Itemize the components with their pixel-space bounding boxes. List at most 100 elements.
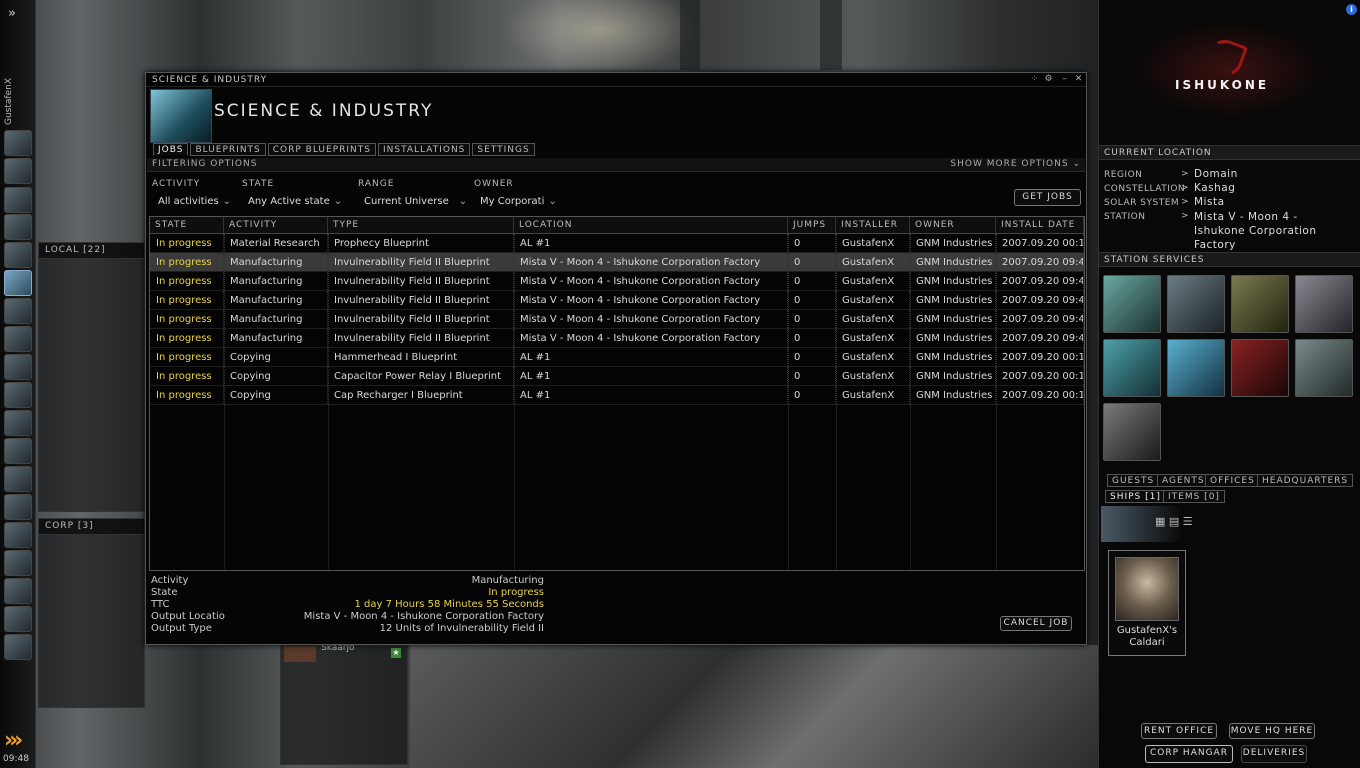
column-header-state[interactable]: STATE bbox=[150, 217, 224, 233]
help-icon[interactable] bbox=[4, 466, 32, 492]
cell-owner: GNM Industries bbox=[910, 329, 996, 347]
tab-agents[interactable]: AGENTS bbox=[1157, 474, 1210, 487]
encyclopedia-icon[interactable] bbox=[4, 522, 32, 548]
repair-service-icon[interactable] bbox=[1167, 275, 1225, 333]
activity-filter-select[interactable]: All activities ⌄ bbox=[152, 194, 238, 210]
show-more-options[interactable]: SHOW MORE OPTIONS ⌄ bbox=[950, 159, 1081, 169]
cancel-job-button[interactable]: CANCEL JOB bbox=[1000, 616, 1072, 631]
table-row[interactable]: In progress Copying Capacitor Power Relay … bbox=[150, 367, 1084, 386]
column-header-date[interactable]: INSTALL DATE bbox=[996, 217, 1084, 233]
jobs-table-body[interactable]: In progress Material Research Prophecy Blu… bbox=[150, 234, 1084, 405]
range-filter-select[interactable]: Current Universe ⌄ bbox=[358, 194, 470, 210]
column-header-owner[interactable]: OWNER bbox=[910, 217, 996, 233]
settings-icon[interactable] bbox=[4, 578, 32, 604]
reprocessing-service-icon[interactable] bbox=[1231, 275, 1289, 333]
tab-ships[interactable]: SHIPS [1] bbox=[1105, 490, 1166, 503]
get-jobs-button[interactable]: GET JOBS bbox=[1014, 189, 1081, 206]
tab-blueprints[interactable]: BLUEPRINTS bbox=[190, 143, 266, 156]
chevron-down-icon: ⌄ bbox=[1072, 159, 1081, 169]
tab-headquarters[interactable]: HEADQUARTERS bbox=[1257, 474, 1354, 487]
contracts-icon[interactable] bbox=[4, 494, 32, 520]
cell-location: AL #1 bbox=[514, 234, 788, 252]
people-icon[interactable] bbox=[4, 158, 32, 184]
tab-guests[interactable]: GUESTS bbox=[1107, 474, 1160, 487]
militia-service-icon[interactable] bbox=[1103, 403, 1161, 461]
ship-item[interactable]: GustafenX's Caldari bbox=[1108, 550, 1186, 656]
character-sheet-icon[interactable] bbox=[4, 130, 32, 156]
info-icon[interactable]: i bbox=[1346, 4, 1357, 15]
member-list-panel[interactable]: Skaarjo ★ bbox=[280, 643, 408, 765]
contracts-service-icon[interactable] bbox=[1295, 275, 1353, 333]
table-row[interactable]: In progress Manufacturing Invulnerability … bbox=[150, 272, 1084, 291]
cell-location: Mista V - Moon 4 - Ishukone Corporation … bbox=[514, 310, 788, 328]
column-header-location[interactable]: LOCATION bbox=[514, 217, 788, 233]
tab-settings[interactable]: SETTINGS bbox=[472, 143, 535, 156]
location-value[interactable]: Domain bbox=[1194, 168, 1238, 180]
owner-filter-select[interactable]: My Corporati ⌄ bbox=[474, 194, 558, 210]
corp-chat-window[interactable]: CORP [3] bbox=[38, 518, 145, 708]
location-value[interactable]: Mista bbox=[1194, 196, 1225, 208]
corp-hangar-button[interactable]: CORP HANGAR bbox=[1145, 745, 1233, 763]
location-value[interactable]: Kashag bbox=[1194, 182, 1235, 194]
cell-activity: Copying bbox=[224, 386, 328, 404]
portrait-icon[interactable] bbox=[4, 634, 32, 660]
table-row[interactable]: In progress Manufacturing Invulnerability … bbox=[150, 253, 1084, 272]
table-row[interactable]: In progress Manufacturing Invulnerability … bbox=[150, 329, 1084, 348]
move-hq-here-button[interactable]: MOVE HQ HERE bbox=[1229, 723, 1315, 739]
tab-items[interactable]: ITEMS [0] bbox=[1163, 490, 1225, 503]
arrow-right-icon: > bbox=[1181, 197, 1190, 207]
tab-corp-blueprints[interactable]: CORP BLUEPRINTS bbox=[267, 143, 376, 156]
cell-type: Cap Recharger I Blueprint bbox=[328, 386, 514, 404]
starmap-icon[interactable] bbox=[4, 326, 32, 352]
state-filter-select[interactable]: Any Active state ⌄ bbox=[242, 194, 354, 210]
mail-icon[interactable] bbox=[4, 187, 32, 213]
location-value[interactable]: Mista V - Moon 4 - Ishukone Corporation … bbox=[1194, 210, 1344, 252]
corporation-name: ISHUKONE bbox=[1175, 78, 1270, 92]
rent-office-button[interactable]: RENT OFFICE bbox=[1141, 723, 1217, 739]
medical-service-icon[interactable] bbox=[1103, 275, 1161, 333]
deliveries-button[interactable]: DELIVERIES bbox=[1241, 745, 1307, 763]
tab-installations[interactable]: INSTALLATIONS bbox=[377, 143, 471, 156]
tab-offices[interactable]: OFFICES bbox=[1205, 474, 1260, 487]
settings-icon[interactable]: ⚙ bbox=[1043, 74, 1054, 85]
market-icon[interactable] bbox=[4, 410, 32, 436]
pin-icon[interactable]: ⁘ bbox=[1029, 74, 1040, 85]
calculator-icon[interactable] bbox=[4, 438, 32, 464]
local-chat-window[interactable]: LOCAL [22] bbox=[38, 242, 145, 512]
column-header-activity[interactable]: ACTIVITY bbox=[224, 217, 328, 233]
info-icon[interactable] bbox=[4, 606, 32, 632]
cell-date: 2007.09.20 00:10 bbox=[996, 386, 1084, 404]
table-row[interactable]: In progress Manufacturing Invulnerability … bbox=[150, 310, 1084, 329]
cell-jumps: 0 bbox=[788, 329, 836, 347]
science-industry-icon bbox=[150, 89, 212, 143]
column-header-type[interactable]: TYPE bbox=[328, 217, 514, 233]
filtering-options-header[interactable]: FILTERING OPTIONS SHOW MORE OPTIONS ⌄ bbox=[147, 158, 1085, 172]
map-icon[interactable] bbox=[4, 242, 32, 268]
view-mode-icon[interactable]: ▦ ▤ ☰ bbox=[1155, 515, 1193, 528]
cell-jumps: 0 bbox=[788, 291, 836, 309]
fitting-service-icon[interactable] bbox=[1103, 339, 1161, 397]
column-header-installer[interactable]: INSTALLER bbox=[836, 217, 910, 233]
table-row[interactable]: In progress Copying Hammerhead I Blueprint… bbox=[150, 348, 1084, 367]
science-industry-window[interactable]: SCIENCE & INDUSTRY ⁘ ⚙ – ✕ SCIENCE & IND… bbox=[145, 72, 1087, 645]
jobs-table[interactable]: STATE ACTIVITY TYPE LOCATION JUMPS INSTALLER O… bbox=[149, 216, 1085, 571]
science-industry-service-icon[interactable] bbox=[1167, 339, 1225, 397]
notepad-icon[interactable] bbox=[4, 214, 32, 240]
science-industry-icon[interactable] bbox=[4, 270, 32, 296]
journal-icon[interactable] bbox=[4, 298, 32, 324]
minimize-icon[interactable]: – bbox=[1059, 74, 1070, 85]
bounty-service-icon[interactable] bbox=[1231, 339, 1289, 397]
ships-icon[interactable] bbox=[4, 354, 32, 380]
expand-arrows-icon[interactable]: ››› bbox=[4, 728, 23, 753]
expand-neocom-icon[interactable]: » bbox=[8, 6, 16, 21]
table-row[interactable]: In progress Manufacturing Invulnerability … bbox=[150, 291, 1084, 310]
close-icon[interactable]: ✕ bbox=[1073, 74, 1084, 85]
table-row[interactable]: In progress Material Research Prophecy Blu… bbox=[150, 234, 1084, 253]
column-divider bbox=[836, 234, 837, 570]
tab-jobs[interactable]: JOBS bbox=[153, 143, 189, 156]
table-row[interactable]: In progress Copying Cap Recharger I Bluepr… bbox=[150, 386, 1084, 405]
wallet-icon[interactable] bbox=[4, 550, 32, 576]
factory-service-icon[interactable] bbox=[1295, 339, 1353, 397]
column-header-jumps[interactable]: JUMPS bbox=[788, 217, 836, 233]
assets-icon[interactable] bbox=[4, 382, 32, 408]
